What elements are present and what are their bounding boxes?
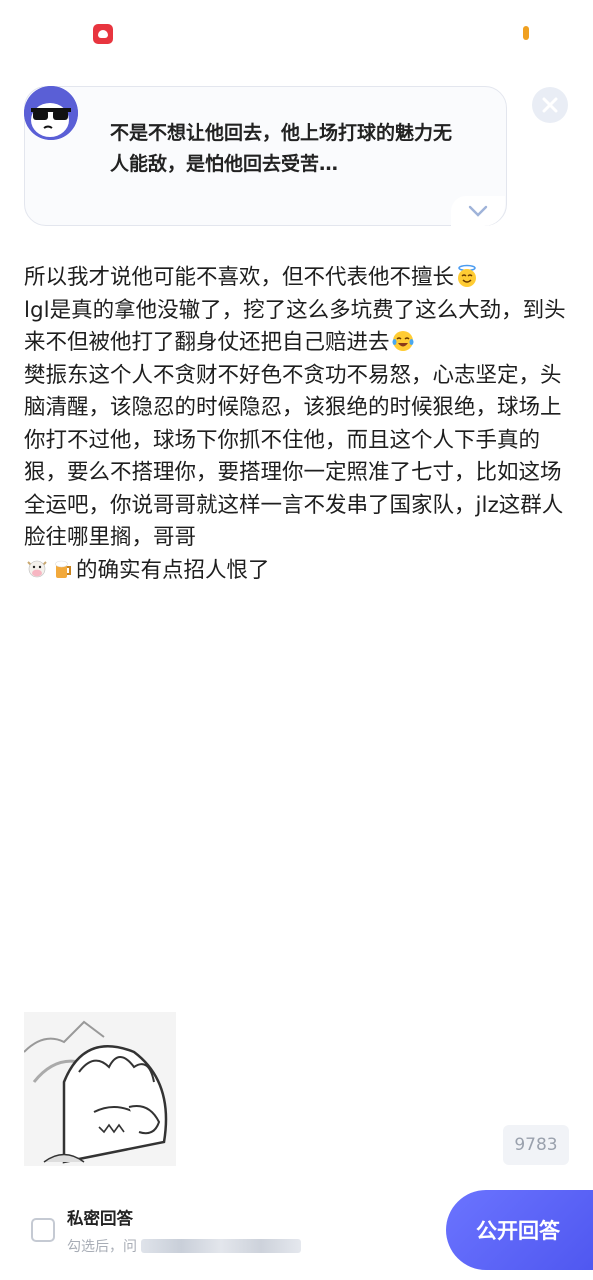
heart-app-icon [93, 24, 113, 44]
status-bar [0, 0, 593, 64]
word-count-badge: 9783 [503, 1125, 569, 1165]
chevron-down-icon[interactable] [451, 196, 505, 226]
answer-paragraph: lgl是真的拿他没辙了，挖了这么多坑费了这么大劲，到头来不但被他打了翻身仗还把自… [24, 295, 569, 360]
private-answer-hint: 勾选后，问 [67, 1236, 301, 1256]
halo-smile-emoji [458, 264, 477, 287]
blurred-text [141, 1239, 301, 1253]
battery-indicator-icon [523, 26, 529, 40]
tears-of-joy-emoji [392, 331, 414, 351]
question-title: 不是不想让他回去，他上场打球的魅力无人能敌，是怕他回去受苦… [110, 122, 453, 175]
answer-text: 所以我才说他可能不喜欢，但不代表他不擅长 [24, 265, 455, 290]
private-answer-checkbox[interactable] [31, 1218, 55, 1242]
cartoon-sticker-image[interactable] [24, 1012, 176, 1166]
answer-text: 樊振东这个人不贪财不好色不贪功不易怒，心志坚定，头脑清醒，该隐忍的时候隐忍，该狠… [24, 362, 564, 551]
cow-face-emoji [27, 560, 47, 577]
private-answer-label[interactable]: 私密回答 [67, 1205, 133, 1229]
answer-text: lgl是真的拿他没辙了，挖了这么多坑费了这么大劲，到头来不但被他打了翻身仗还把自… [24, 297, 566, 356]
private-hint-text: 勾选后，问 [67, 1239, 137, 1255]
sunglasses-avatar-icon[interactable] [24, 86, 78, 140]
publish-answer-button[interactable]: 公开回答 [446, 1190, 593, 1270]
beer-mug-emoji [55, 560, 71, 578]
answer-text: 的确实有点招人恨了 [76, 557, 270, 583]
answer-paragraph: 樊振东这个人不贪财不好色不贪功不易怒，心志坚定，头脑清醒，该隐忍的时候隐忍，该狠… [24, 360, 569, 588]
close-icon[interactable] [532, 87, 568, 123]
answer-editor[interactable]: 所以我才说他可能不喜欢，但不代表他不擅长 lgl是真的拿他没辙了，挖了这么多坑费… [24, 262, 569, 587]
answer-paragraph: 所以我才说他可能不喜欢，但不代表他不擅长 [24, 262, 569, 295]
